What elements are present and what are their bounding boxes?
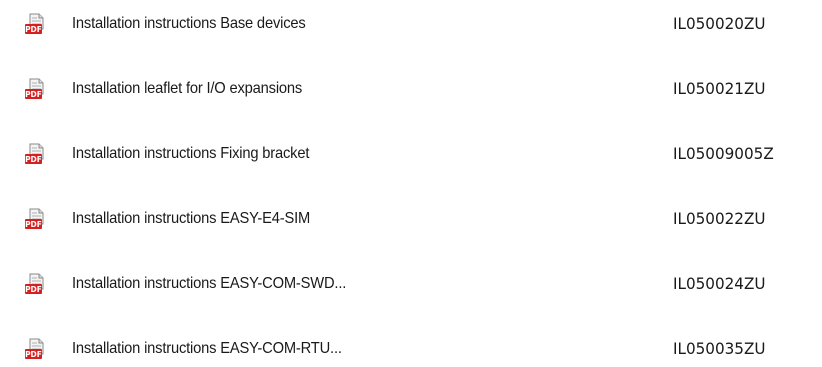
svg-text:PDF: PDF xyxy=(25,285,42,294)
pdf-icon[interactable]: PDF xyxy=(24,273,46,295)
document-list: PDF Installation instructions Base devic… xyxy=(0,0,822,367)
document-code: IL050035ZU xyxy=(673,339,766,358)
document-row-easy-com-swd[interactable]: PDF Installation instructions EASY-COM-S… xyxy=(0,270,822,300)
pdf-icon[interactable]: PDF xyxy=(24,13,46,35)
document-title[interactable]: Installation instructions EASY-COM-RTU..… xyxy=(72,340,342,358)
document-title[interactable]: Installation instructions EASY-COM-SWD..… xyxy=(72,275,346,293)
document-code: IL050021ZU xyxy=(673,79,766,98)
svg-text:PDF: PDF xyxy=(25,220,42,229)
document-code: IL050024ZU xyxy=(673,274,766,293)
document-row-easy-e4-sim[interactable]: PDF Installation instructions EASY-E4-SI… xyxy=(0,205,822,235)
document-row-base-devices[interactable]: PDF Installation instructions Base devic… xyxy=(0,10,822,40)
document-row-io-expansions[interactable]: PDF Installation leaflet for I/O expansi… xyxy=(0,75,822,105)
document-title[interactable]: Installation instructions EASY-E4-SIM xyxy=(72,210,310,228)
document-title[interactable]: Installation instructions Base devices xyxy=(72,15,306,33)
svg-text:PDF: PDF xyxy=(25,350,42,359)
document-row-fixing-bracket[interactable]: PDF Installation instructions Fixing bra… xyxy=(0,140,822,170)
document-row-easy-com-rtu[interactable]: PDF Installation instructions EASY-COM-R… xyxy=(0,335,822,365)
document-code: IL05009005Z xyxy=(673,144,774,163)
svg-text:PDF: PDF xyxy=(25,155,42,164)
pdf-icon[interactable]: PDF xyxy=(24,338,46,360)
document-title[interactable]: Installation instructions Fixing bracket xyxy=(72,145,309,163)
svg-text:PDF: PDF xyxy=(25,90,42,99)
pdf-icon[interactable]: PDF xyxy=(24,78,46,100)
document-code: IL050022ZU xyxy=(673,209,766,228)
svg-text:PDF: PDF xyxy=(25,25,42,34)
pdf-icon[interactable]: PDF xyxy=(24,143,46,165)
document-code: IL050020ZU xyxy=(673,14,766,33)
pdf-icon[interactable]: PDF xyxy=(24,208,46,230)
document-title[interactable]: Installation leaflet for I/O expansions xyxy=(72,80,302,98)
